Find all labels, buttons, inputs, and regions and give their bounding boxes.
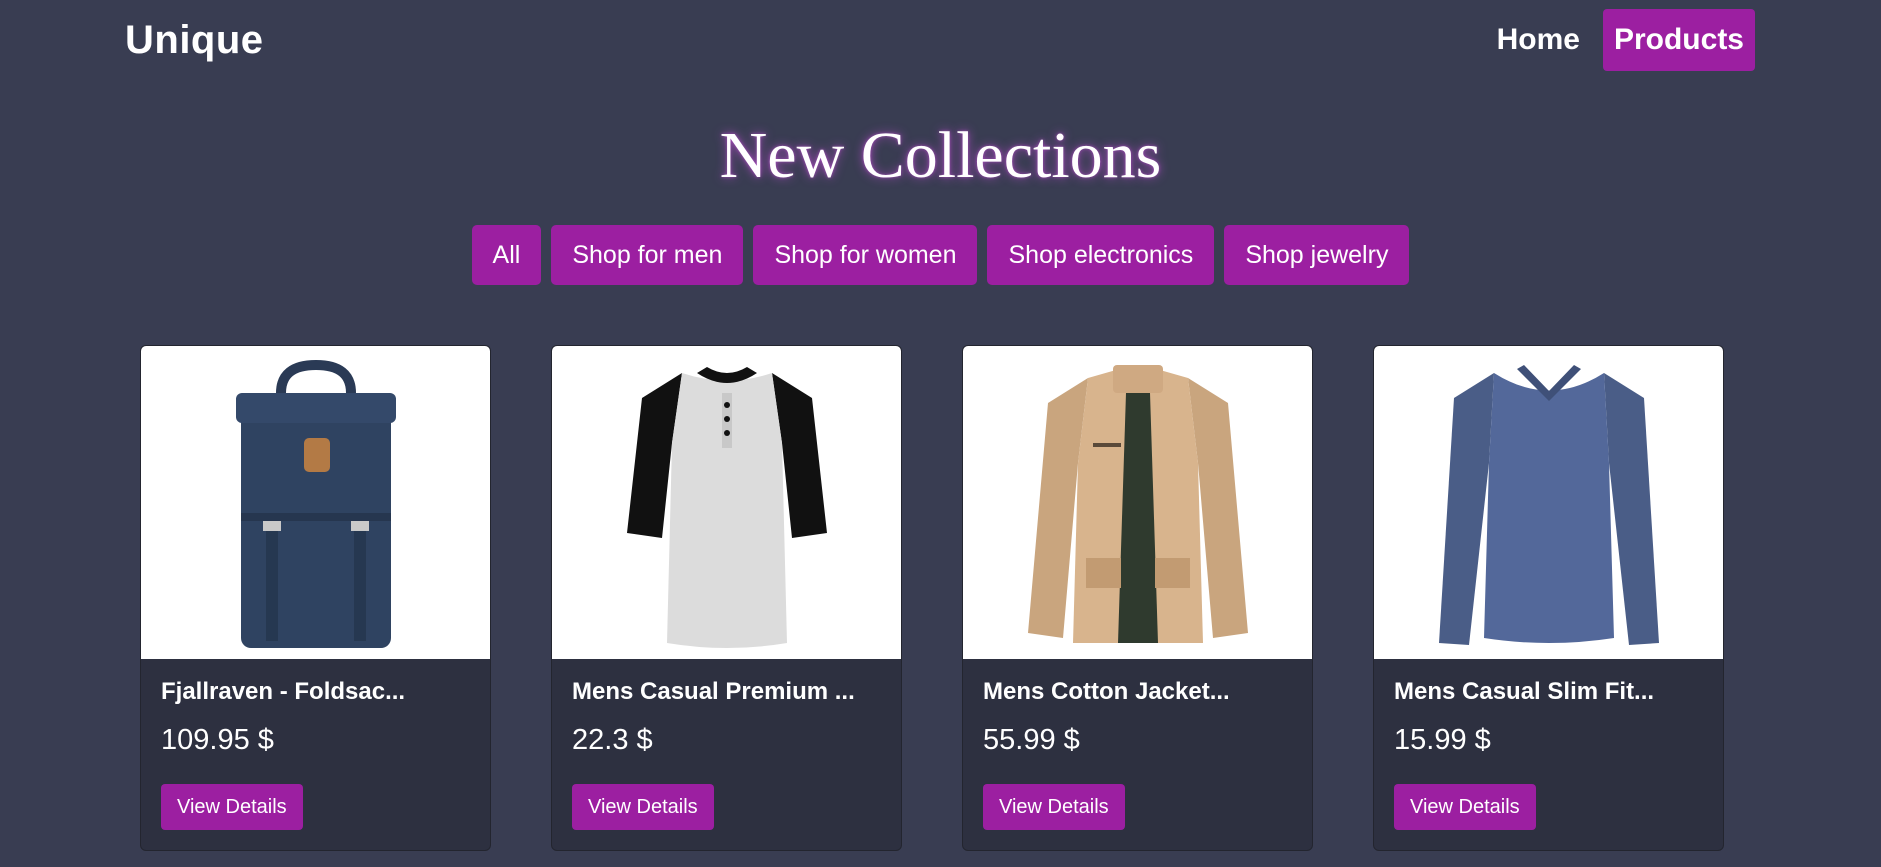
- product-grid: Fjallraven - Foldsac... 109.95 $ View De…: [140, 345, 1724, 851]
- view-details-button[interactable]: View Details: [572, 784, 714, 830]
- navbar: Unique Home Products: [0, 0, 1881, 84]
- nav-link-products[interactable]: Products: [1602, 9, 1755, 71]
- product-title: Mens Casual Premium ...: [572, 678, 855, 705]
- product-card: Mens Cotton Jacket... 55.99 $ View Detai…: [962, 345, 1313, 851]
- product-card: Mens Casual Slim Fit... 15.99 $ View Det…: [1373, 345, 1724, 851]
- product-title: Mens Cotton Jacket...: [983, 678, 1230, 705]
- filter-jewelry-button[interactable]: Shop jewelry: [1224, 225, 1410, 285]
- view-details-button[interactable]: View Details: [983, 784, 1125, 830]
- product-price: 55.99 $: [983, 724, 1080, 756]
- long-sleeve-shirt-image: [1438, 364, 1659, 645]
- product-title: Fjallraven - Foldsac...: [161, 678, 406, 705]
- product-card: Fjallraven - Foldsac... 109.95 $ View De…: [140, 345, 491, 851]
- category-filters: All Shop for men Shop for women Shop ele…: [0, 225, 1881, 285]
- filter-all-button[interactable]: All: [471, 225, 542, 285]
- filter-men-button[interactable]: Shop for men: [551, 225, 744, 285]
- nav-link-home[interactable]: Home: [1486, 9, 1591, 71]
- product-image[interactable]: [963, 346, 1312, 659]
- product-price: 109.95 $: [161, 724, 274, 756]
- product-image[interactable]: [552, 346, 901, 659]
- view-details-button[interactable]: View Details: [161, 784, 303, 830]
- backpack-image: [235, 359, 396, 648]
- nav-links: Home Products: [1486, 9, 1755, 71]
- page-title: New Collections: [719, 119, 1162, 192]
- view-details-button[interactable]: View Details: [1394, 784, 1536, 830]
- product-image[interactable]: [1374, 346, 1723, 659]
- brand-logo[interactable]: Unique: [125, 18, 264, 63]
- product-price: 15.99 $: [1394, 724, 1491, 756]
- filter-women-button[interactable]: Shop for women: [753, 225, 978, 285]
- raglan-tshirt-image: [626, 366, 827, 648]
- cotton-jacket-image: [1027, 364, 1248, 643]
- product-price: 22.3 $: [572, 724, 653, 756]
- filter-electronics-button[interactable]: Shop electronics: [987, 225, 1215, 285]
- product-title: Mens Casual Slim Fit...: [1394, 678, 1655, 705]
- product-image[interactable]: [141, 346, 490, 659]
- product-card: Mens Casual Premium ... 22.3 $ View Deta…: [551, 345, 902, 851]
